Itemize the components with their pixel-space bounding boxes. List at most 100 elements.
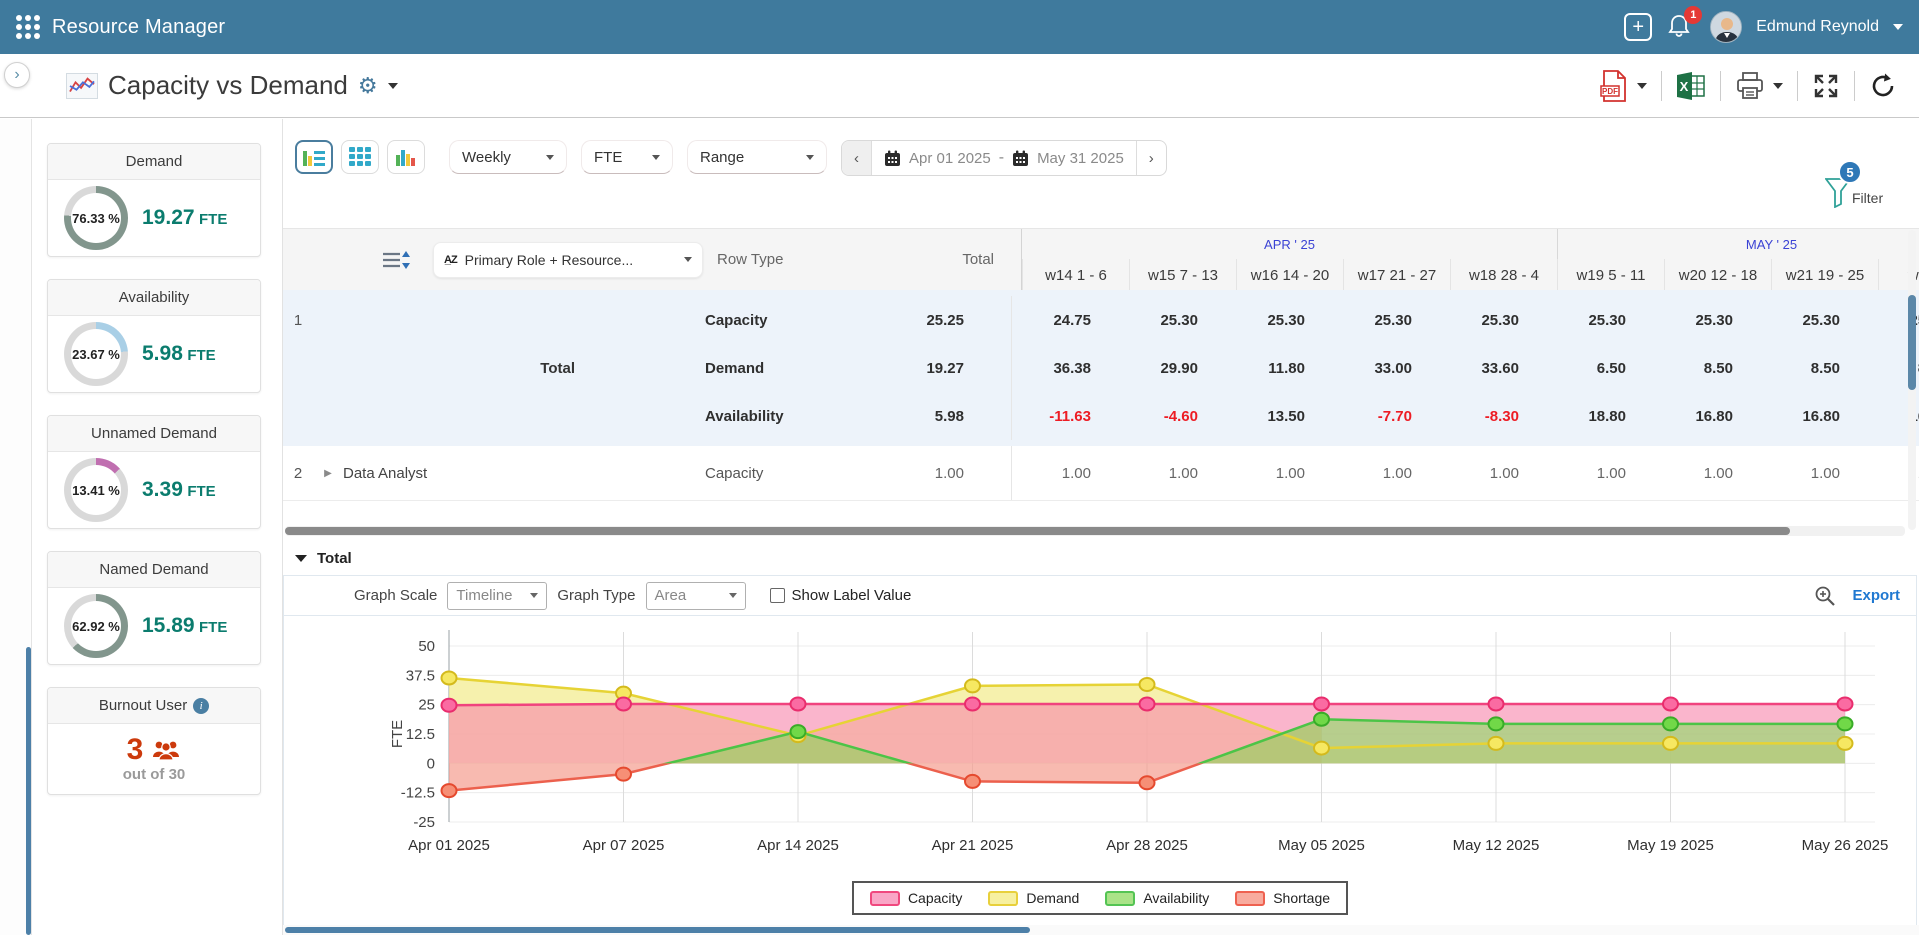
donut-percent: 13.41 %	[64, 458, 128, 522]
settings-caret-icon[interactable]	[388, 83, 398, 89]
export-excel-button[interactable]: X	[1676, 72, 1706, 100]
export-pdf-button[interactable]: PDF	[1599, 69, 1647, 103]
metric-total: 19.27	[880, 360, 992, 377]
svg-text:50: 50	[418, 638, 435, 655]
metric-type: Availability	[705, 408, 880, 425]
view-toggle-combined[interactable]	[295, 140, 333, 174]
chart-legend: CapacityDemandAvailabilityShortage	[852, 881, 1348, 915]
range-mode-value: Range	[700, 149, 744, 166]
stat-unit: FTE	[199, 619, 227, 636]
collapse-graph-icon[interactable]	[295, 555, 307, 562]
cell-value: 25.30	[1654, 312, 1761, 329]
legend-item-capacity: Capacity	[870, 890, 962, 906]
svg-text:12.5: 12.5	[406, 726, 435, 743]
stat-card-availability: Availability23.67 %5.98 FTE	[47, 279, 261, 393]
sort-menu-icon[interactable]	[383, 250, 411, 270]
svg-text:-12.5: -12.5	[401, 785, 435, 802]
svg-text:Apr 01 2025: Apr 01 2025	[408, 837, 490, 854]
prev-period-button[interactable]: ‹	[842, 140, 872, 176]
week-header-row: w14 1 - 6w15 7 - 13w16 14 - 20w17 21 - 2…	[1022, 259, 1919, 290]
graph-type-label: Graph Type	[557, 587, 635, 604]
svg-text:Apr 21 2025: Apr 21 2025	[932, 837, 1014, 854]
stat-card-title: Demand	[48, 144, 260, 180]
user-name[interactable]: Edmund Reynold	[1756, 18, 1879, 36]
add-button[interactable]: +	[1624, 13, 1652, 41]
stat-value: 5.98	[142, 342, 183, 365]
table-row: 2▶Data AnalystCapacity1.001.001.001.001.…	[283, 446, 1919, 501]
row-name: Total	[343, 360, 705, 377]
export-link[interactable]: Export	[1852, 587, 1900, 604]
bar-chart-view-icon	[395, 147, 417, 167]
table-vscroll-thumb[interactable]	[1908, 295, 1916, 390]
cell-value: -11.63	[1012, 408, 1119, 425]
week-column-header: w16 14 - 20	[1236, 259, 1343, 290]
user-menu-chevron-icon[interactable]	[1893, 24, 1903, 30]
page-hscroll-thumb[interactable]	[285, 927, 1030, 933]
rail-scrollbar-thumb[interactable]	[26, 647, 31, 935]
metric-total: 5.98	[880, 408, 992, 425]
cell-value: 11.80	[1226, 360, 1333, 377]
table-header: A̲Z Primary Role + Resource... Row Type …	[283, 228, 1919, 290]
end-date[interactable]: May 31 2025	[1037, 150, 1124, 167]
table-body: 1TotalCapacity25.2524.7525.3025.3025.302…	[283, 290, 1919, 518]
avatar[interactable]	[1710, 11, 1742, 43]
combined-view-icon	[302, 147, 326, 167]
cell-value: 1.00	[1333, 465, 1440, 482]
printer-icon	[1735, 72, 1765, 100]
group-by-select[interactable]: A̲Z Primary Role + Resource...	[433, 242, 703, 278]
month-group-header: APR ' 25	[1022, 229, 1557, 259]
filter-label: Filter	[1852, 190, 1883, 206]
week-column-header: w20 12 - 18	[1664, 259, 1771, 290]
stat-value: 15.89	[142, 614, 195, 637]
svg-text:May 26 2025: May 26 2025	[1802, 837, 1889, 854]
next-period-button[interactable]: ›	[1136, 140, 1166, 176]
people-icon	[151, 739, 181, 761]
svg-text:May 12 2025: May 12 2025	[1453, 837, 1540, 854]
show-label-value-checkbox[interactable]	[770, 588, 785, 603]
filter-button[interactable]: 5 Filter	[1825, 164, 1905, 220]
graph-type-select[interactable]: Area	[646, 582, 746, 610]
zoom-in-icon[interactable]	[1814, 585, 1836, 607]
table-hscroll-thumb[interactable]	[285, 527, 1790, 535]
metric-select[interactable]: FTE	[581, 140, 673, 174]
start-date[interactable]: Apr 01 2025	[909, 150, 991, 167]
refresh-button[interactable]	[1869, 72, 1897, 100]
date-range-picker: ‹ Apr 01 2025 -	[841, 140, 1167, 176]
cell-value: 24.75	[1012, 312, 1119, 329]
cell-value: 6.50	[1547, 360, 1654, 377]
page-header: Capacity vs Demand ⚙ PDF X	[0, 54, 1919, 118]
legend-label: Demand	[1026, 890, 1079, 906]
fullscreen-button[interactable]	[1812, 72, 1840, 100]
cell-value: 33.00	[1333, 360, 1440, 377]
print-button[interactable]	[1735, 72, 1783, 100]
graph-scale-value: Timeline	[456, 587, 512, 604]
cell-value: 36.38	[1012, 360, 1119, 377]
view-toggle-chart[interactable]	[387, 140, 425, 174]
app-grid-icon[interactable]	[16, 15, 40, 39]
graph-scale-select[interactable]: Timeline	[447, 582, 547, 610]
row-expander[interactable]: ▶	[313, 468, 343, 479]
date-dash: -	[999, 149, 1004, 167]
settings-gear-icon[interactable]: ⚙	[358, 75, 378, 97]
range-mode-select[interactable]: Range	[687, 140, 827, 174]
sidebar-expand-button[interactable]: ›	[4, 62, 30, 88]
cell-value: -8.30	[1440, 408, 1547, 425]
graph-panel: Graph Scale Timeline Graph Type Area Sho…	[283, 575, 1917, 930]
cell-value: 1.00	[1012, 465, 1119, 482]
metric-type: Demand	[705, 360, 880, 377]
page-horizontal-scrollbar	[283, 925, 1919, 935]
total-column-header: Total	[962, 251, 994, 268]
period-select[interactable]: Weekly	[449, 140, 567, 174]
view-toggle-grid[interactable]	[341, 140, 379, 174]
chart-page-icon	[66, 73, 98, 99]
left-rail: ›	[0, 119, 32, 935]
info-icon[interactable]: i	[193, 698, 209, 714]
cell-value: 18.80	[1547, 408, 1654, 425]
burnout-count: 3	[127, 736, 144, 764]
week-column-header: w21 19 - 25	[1771, 259, 1878, 290]
cell-value: 25.30	[1440, 312, 1547, 329]
notifications-bell[interactable]: 1	[1666, 12, 1696, 42]
legend-item-availability: Availability	[1105, 890, 1209, 906]
svg-text:X: X	[1680, 79, 1689, 94]
group-by-value: Primary Role + Resource...	[465, 252, 676, 268]
